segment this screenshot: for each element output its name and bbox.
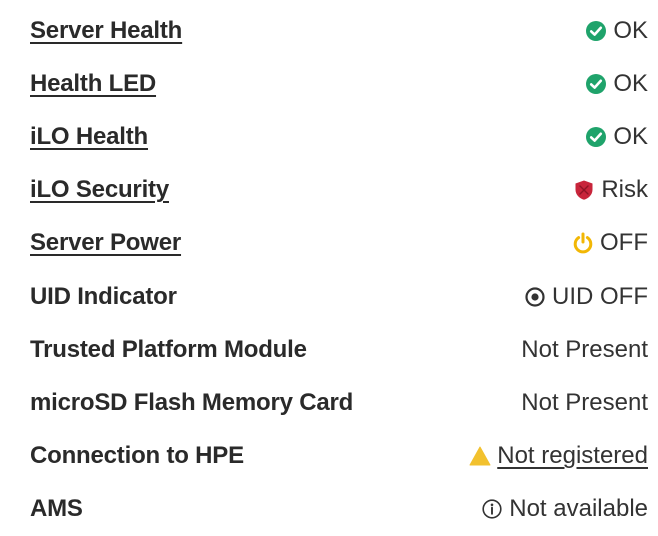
server-health-link[interactable]: Server Health — [30, 17, 182, 45]
server-health-status: OK — [585, 17, 648, 45]
status-row-ilo-security: iLO Security Risk — [0, 164, 658, 217]
connection-to-hpe-status: Not registered — [469, 442, 648, 470]
ilo-security-status: Risk — [573, 176, 648, 204]
server-health-value: OK — [613, 16, 648, 44]
check-circle-icon — [585, 73, 607, 95]
warning-triangle-icon — [469, 445, 491, 467]
ilo-security-value: Risk — [601, 176, 648, 204]
health-led-link[interactable]: Health LED — [30, 70, 156, 98]
power-icon — [572, 232, 594, 254]
ams-label: AMS — [30, 495, 83, 523]
uid-target-icon — [524, 286, 546, 308]
ams-value: Not available — [509, 495, 648, 523]
status-row-server-power: Server Power OFF — [0, 217, 658, 270]
shield-risk-icon — [573, 179, 595, 201]
uid-indicator-label: UID Indicator — [30, 282, 177, 310]
trusted-platform-module-label: Trusted Platform Module — [30, 335, 307, 363]
status-row-ilo-health: iLO Health OK — [0, 110, 658, 163]
check-circle-icon — [585, 126, 607, 148]
microsd-card-status: Not Present — [521, 389, 648, 417]
ams-status: Not available — [481, 495, 648, 523]
status-row-ams: AMS Not available — [0, 483, 658, 536]
connection-to-hpe-label: Connection to HPE — [30, 442, 244, 470]
status-row-server-health: Server Health OK — [0, 4, 658, 57]
ilo-health-value: OK — [613, 122, 648, 150]
microsd-card-label: microSD Flash Memory Card — [30, 388, 354, 416]
ilo-health-link[interactable]: iLO Health — [30, 123, 148, 151]
status-row-health-led: Health LED OK — [0, 57, 658, 110]
info-circle-icon — [481, 498, 503, 520]
server-power-status: OFF — [572, 229, 648, 257]
not-registered-link[interactable]: Not registered — [497, 442, 648, 470]
status-row-trusted-platform-module: Trusted Platform Module Not Present — [0, 323, 658, 376]
ilo-health-status: OK — [585, 123, 648, 151]
trusted-platform-module-value: Not Present — [521, 335, 648, 363]
uid-indicator-status: UID OFF — [524, 283, 648, 311]
microsd-card-value: Not Present — [521, 388, 648, 416]
ilo-security-link[interactable]: iLO Security — [30, 176, 169, 204]
status-row-microsd-card: microSD Flash Memory Card Not Present — [0, 376, 658, 429]
trusted-platform-module-status: Not Present — [521, 336, 648, 364]
server-power-value: OFF — [600, 229, 648, 257]
status-summary-panel: Server Health OK Health LED OK iLO Healt… — [0, 0, 658, 530]
check-circle-icon — [585, 20, 607, 42]
health-led-status: OK — [585, 70, 648, 98]
status-row-uid-indicator: UID Indicator UID OFF — [0, 270, 658, 323]
health-led-value: OK — [613, 69, 648, 97]
server-power-link[interactable]: Server Power — [30, 229, 181, 257]
status-row-connection-to-hpe: Connection to HPE Not registered — [0, 430, 658, 483]
uid-indicator-value: UID OFF — [552, 282, 648, 310]
